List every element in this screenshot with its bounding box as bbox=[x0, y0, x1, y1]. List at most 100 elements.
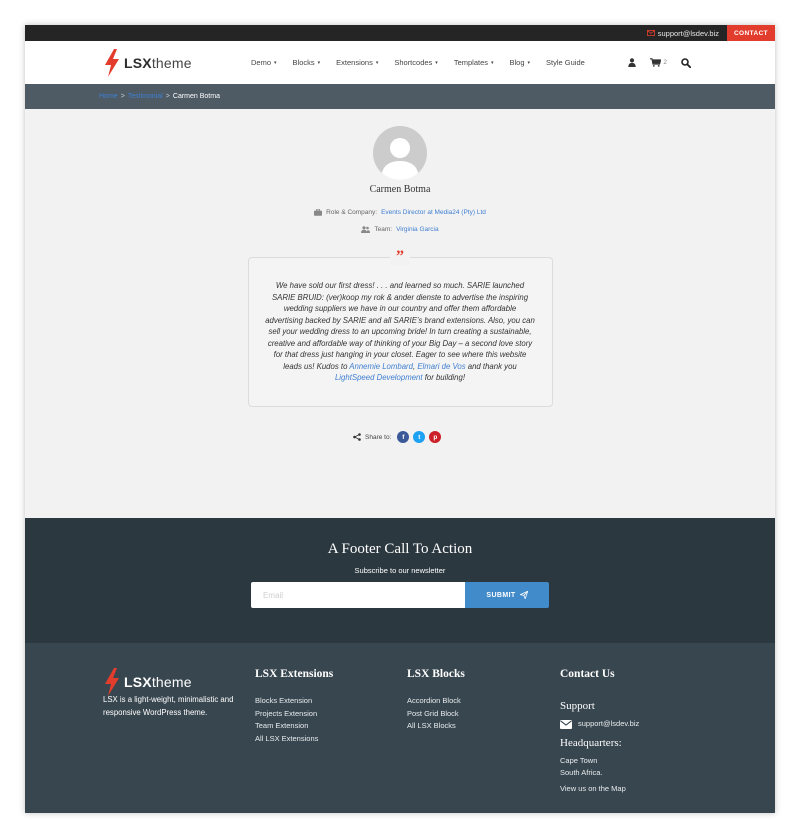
chevron-down-icon: ▾ bbox=[527, 59, 531, 66]
search-icon[interactable] bbox=[681, 57, 691, 68]
breadcrumb-home[interactable]: Home bbox=[99, 93, 118, 100]
footer-block-link[interactable]: Post Grid Block bbox=[407, 708, 465, 721]
role-label: Role & Company: bbox=[326, 209, 378, 216]
envelope-icon bbox=[560, 719, 572, 729]
footer-contact-title: Contact Us bbox=[560, 668, 615, 680]
hq-country: South Africa. bbox=[560, 768, 603, 777]
nav-item-extensions[interactable]: Extensions ▾ bbox=[336, 58, 378, 67]
site-footer: LSXtheme LSX is a light-weight, minimali… bbox=[25, 643, 775, 813]
share-icons: ftp bbox=[397, 431, 442, 443]
breadcrumb-bar: Home > Testimonial > Carmen Botma bbox=[25, 84, 775, 109]
twitter-share-icon[interactable]: t bbox=[413, 431, 426, 443]
breadcrumb-separator: > bbox=[120, 93, 125, 100]
avatar bbox=[373, 126, 427, 180]
footer-description: LSX is a light-weight, minimalistic and … bbox=[103, 695, 234, 717]
map-link[interactable]: View us on the Map bbox=[560, 783, 639, 796]
quote-text-part: We have sold our first dress! . . . and … bbox=[265, 281, 535, 371]
header-icons: 2 bbox=[628, 41, 691, 84]
testimonial-name: Carmen Botma bbox=[369, 184, 431, 195]
pinterest-share-icon[interactable]: p bbox=[429, 431, 442, 443]
page-frame: support@lsdev.biz CONTACT LSXtheme Demo ▾… bbox=[25, 25, 775, 813]
users-icon bbox=[361, 226, 371, 233]
footer-contact-column: Contact Us Support support@lsdev.biz Hea… bbox=[560, 668, 639, 795]
nav-item-blocks[interactable]: Blocks ▾ bbox=[293, 58, 321, 67]
share-row: Share to: ftp bbox=[353, 431, 442, 443]
cta-subtitle: Subscribe to our newsletter bbox=[354, 566, 446, 575]
chevron-down-icon: ▾ bbox=[274, 59, 277, 66]
nav-item-label: Style Guide bbox=[546, 58, 585, 67]
newsletter-submit-button[interactable]: SUBMIT bbox=[465, 582, 549, 608]
contact-button[interactable]: CONTACT bbox=[727, 25, 775, 41]
role-value-link[interactable]: Events Director at Media24 (Pty) Ltd bbox=[381, 209, 486, 216]
cta-title: A Footer Call To Action bbox=[327, 541, 473, 557]
top-bar: support@lsdev.biz CONTACT bbox=[25, 25, 775, 41]
chevron-down-icon: ▾ bbox=[375, 59, 379, 66]
team-value-link[interactable]: Virginia Garcia bbox=[396, 226, 439, 233]
team-row: Team: Virginia Garcia bbox=[25, 226, 775, 233]
footer-extensions-column: LSX Extensions Blocks Extension Projects … bbox=[255, 668, 333, 745]
briefcase-icon bbox=[314, 209, 323, 216]
quote-icon: ” bbox=[390, 249, 410, 265]
testimonial-quote: We have sold our first dress! . . . and … bbox=[264, 280, 536, 384]
nav-item-style-guide[interactable]: Style Guide bbox=[546, 58, 585, 67]
footer-extensions-title: LSX Extensions bbox=[255, 668, 334, 680]
quote-link-lightspeed[interactable]: LightSpeed Development bbox=[335, 373, 423, 382]
nav-item-label: Extensions bbox=[336, 58, 373, 67]
role-company-row: Role & Company: Events Director at Media… bbox=[25, 209, 775, 216]
site-header: LSXtheme Demo ▾ Blocks ▾ Extensions ▾ Shortcod… bbox=[25, 41, 775, 84]
lightning-logo-icon bbox=[105, 668, 119, 696]
footer-extension-link[interactable]: Projects Extension bbox=[255, 708, 333, 721]
quote-link-elmari[interactable]: Elmari de Vos bbox=[417, 362, 465, 371]
envelope-icon bbox=[646, 30, 655, 36]
chevron-down-icon: ▾ bbox=[435, 59, 438, 66]
logo-wordmark: LSXtheme bbox=[124, 55, 192, 71]
footer-block-link[interactable]: Accordion Block bbox=[407, 695, 465, 708]
nav-item-templates[interactable]: Templates ▾ bbox=[454, 58, 494, 67]
site-logo[interactable]: LSXtheme bbox=[103, 49, 192, 77]
footer-blocks-title: LSX Blocks bbox=[407, 668, 465, 680]
breadcrumb-testimonial[interactable]: Testimonial bbox=[128, 93, 163, 100]
quote-text-part: and thank you bbox=[465, 361, 517, 371]
breadcrumb-separator: > bbox=[165, 93, 170, 100]
topbar-email-text: support@lsdev.biz bbox=[657, 28, 719, 38]
hq-city: Cape Town bbox=[560, 755, 598, 765]
support-email-text: support@lsdev.biz bbox=[578, 719, 640, 728]
team-label: Team: bbox=[374, 226, 393, 233]
footer-extension-link[interactable]: All LSX Extensions bbox=[255, 733, 333, 746]
nav-item-label: Templates bbox=[453, 58, 488, 67]
nav-item-blog[interactable]: Blog ▾ bbox=[510, 58, 531, 67]
nav-item-label: Demo bbox=[251, 58, 272, 67]
submit-label: SUBMIT bbox=[486, 591, 516, 599]
support-heading: Support bbox=[560, 700, 595, 712]
footer-extension-link[interactable]: Team Extension bbox=[255, 720, 333, 733]
chevron-down-icon: ▾ bbox=[317, 59, 321, 66]
footer-extension-link[interactable]: Blocks Extension bbox=[255, 695, 333, 708]
nav-item-label: Blog bbox=[509, 58, 525, 67]
share-icon bbox=[353, 433, 361, 441]
footer-block-link[interactable]: All LSX Blocks bbox=[407, 720, 465, 733]
footer-logo[interactable]: LSXtheme bbox=[103, 668, 192, 696]
footer-logo-wordmark: LSXtheme bbox=[124, 674, 192, 690]
facebook-share-icon[interactable]: f bbox=[397, 431, 410, 443]
chevron-down-icon: ▾ bbox=[491, 59, 494, 66]
nav-item-label: Shortcodes bbox=[394, 58, 433, 67]
support-email-link[interactable]: support@lsdev.biz bbox=[560, 718, 639, 731]
share-label: Share to: bbox=[365, 433, 392, 441]
topbar-email-link[interactable]: support@lsdev.biz bbox=[646, 25, 719, 41]
testimonial-content: Carmen Botma Role & Company: Events Dire… bbox=[25, 109, 775, 518]
cart-count: 2 bbox=[663, 59, 667, 66]
headquarters-heading: Headquarters: bbox=[560, 736, 622, 749]
paper-plane-icon bbox=[519, 591, 528, 599]
nav-item-demo[interactable]: Demo ▾ bbox=[251, 58, 277, 67]
nav-item-label: Blocks bbox=[292, 58, 315, 67]
nav-item-shortcodes[interactable]: Shortcodes ▾ bbox=[394, 58, 437, 67]
quote-text-part: for building! bbox=[422, 373, 466, 382]
footer-cta: A Footer Call To Action Subscribe to our… bbox=[25, 518, 775, 643]
user-icon[interactable] bbox=[628, 58, 637, 67]
main-nav: Demo ▾ Blocks ▾ Extensions ▾ Shortcodes ▾ Templa… bbox=[251, 41, 601, 84]
quote-link-annemie[interactable]: Annemie Lombard bbox=[349, 362, 413, 371]
lightning-logo-icon bbox=[105, 49, 119, 77]
newsletter-email-input[interactable] bbox=[251, 582, 465, 608]
breadcrumb: Home > Testimonial > Carmen Botma bbox=[99, 84, 220, 109]
cart-button[interactable]: 2 bbox=[650, 58, 667, 67]
